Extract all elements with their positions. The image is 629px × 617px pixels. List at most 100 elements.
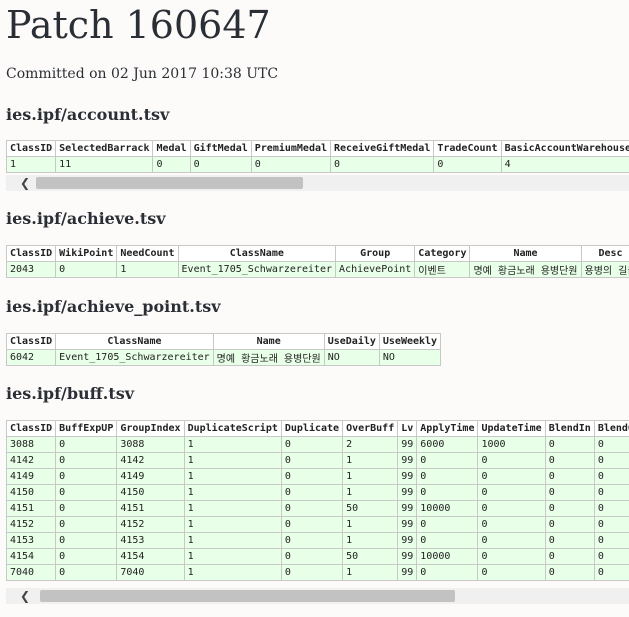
table-row: 4149041491019900001: [6, 468, 629, 485]
table-cell: 0: [433, 156, 502, 173]
chevron-left-icon[interactable]: ❮: [20, 589, 30, 603]
commit-info: Committed on 02 Jun 2017 10:38 UTC: [6, 66, 279, 82]
column-header: UseDaily: [323, 333, 380, 350]
table-row: 415404154105099100000001: [6, 548, 629, 565]
table-cell: 0: [55, 500, 118, 517]
table-cell: 1: [183, 564, 282, 581]
column-header: BlendOut: [593, 420, 629, 437]
table-cell: 99: [397, 548, 418, 565]
column-header: SelectedBarrack: [55, 140, 154, 157]
column-header: Duplicate: [280, 420, 344, 437]
table-cell: 4153: [116, 532, 185, 549]
table-cell: 1: [183, 452, 282, 469]
column-header: GiftMedal: [189, 140, 252, 157]
table-wrapper-achieve: ClassID WikiPoint NeedCount ClassName Group C…: [6, 245, 629, 278]
column-header: PremiumMedal: [250, 140, 332, 157]
table-cell: 1: [183, 548, 282, 565]
column-header: GroupIndex: [116, 420, 185, 437]
table-cell: 3088: [6, 436, 57, 453]
table-cell: 4149: [116, 468, 185, 485]
table-cell: 0: [280, 484, 344, 501]
table-cell: 2: [342, 436, 399, 453]
column-header: WikiPoint: [55, 245, 118, 262]
table-cell: 0: [544, 452, 595, 469]
table-row: 2043 0 1 Event_1705_Schwarzereiter AchievePo…: [6, 261, 629, 278]
column-header: NeedCount: [116, 245, 179, 262]
table-cell: 3088: [116, 436, 185, 453]
table-cell: 0: [280, 516, 344, 533]
table-cell: 1: [6, 156, 57, 173]
page-title: Patch 160647: [6, 3, 271, 47]
horizontal-scrollbar-buff[interactable]: ❮: [6, 588, 629, 604]
table-buff: ClassID BuffExpUP GroupIndex DuplicateScrip…: [6, 420, 629, 581]
table-header-row: ClassID ClassName Name UseDaily UseWeekly: [6, 333, 442, 350]
table-wrapper-achieve-point: ClassID ClassName Name UseDaily UseWeekly 604…: [6, 333, 629, 366]
table-cell: 4150: [6, 484, 57, 501]
table-cell: 4142: [116, 452, 185, 469]
table-cell: 1000: [477, 436, 546, 453]
table-cell: 4154: [116, 548, 185, 565]
table-cell: 4: [500, 156, 629, 173]
table-cell: 용병의 길을: [580, 261, 629, 278]
table-cell: 0: [189, 156, 252, 173]
table-cell: 99: [397, 468, 418, 485]
table-cell: NO: [378, 349, 442, 366]
column-header: Medal: [152, 140, 191, 157]
column-header: OverBuff: [342, 420, 399, 437]
scrollbar-thumb[interactable]: [36, 177, 303, 189]
table-cell: 1: [342, 516, 399, 533]
table-cell: 0: [544, 532, 595, 549]
column-header: ClassID: [6, 333, 57, 350]
column-header: TradeCount: [433, 140, 502, 157]
scrollbar-thumb[interactable]: [40, 590, 455, 602]
table-cell: 0: [593, 548, 629, 565]
horizontal-scrollbar-account[interactable]: ❮: [6, 175, 629, 191]
table-cell: 0: [152, 156, 191, 173]
table-cell: 0: [477, 564, 546, 581]
table-cell: 명예 황금노래 용병단원: [469, 261, 582, 278]
column-header: Name: [469, 245, 582, 262]
table-cell: 1: [183, 500, 282, 517]
table-cell: 0: [593, 532, 629, 549]
column-header: ClassName: [177, 245, 337, 262]
table-cell: 0: [280, 564, 344, 581]
table-achieve: ClassID WikiPoint NeedCount ClassName Group C…: [6, 245, 629, 278]
table-cell: 6000: [416, 436, 479, 453]
table-cell: 0: [544, 516, 595, 533]
column-header: ClassID: [6, 420, 57, 437]
table-cell: 1: [342, 484, 399, 501]
table-cell: Event_1705_Schwarzereiter: [55, 349, 214, 366]
table-cell: 0: [477, 484, 546, 501]
table-row: 3088030881029960001000001: [6, 436, 629, 453]
table-header-row: ClassID SelectedBarrack Medal GiftMedal Prem…: [6, 140, 629, 157]
table-cell: 0: [416, 516, 479, 533]
table-cell: 명예 황금노래 용병단원: [212, 349, 325, 366]
table-cell: 0: [593, 564, 629, 581]
table-cell: 0: [593, 484, 629, 501]
table-cell: 0: [55, 564, 118, 581]
table-cell: 0: [280, 452, 344, 469]
table-cell: 1: [183, 436, 282, 453]
table-cell: 6042: [6, 349, 57, 366]
table-cell: NO: [323, 349, 380, 366]
table-cell: 1: [342, 452, 399, 469]
table-cell: 0: [544, 484, 595, 501]
table-cell: 0: [544, 500, 595, 517]
table-cell: 7040: [6, 564, 57, 581]
chevron-left-icon[interactable]: ❮: [20, 176, 30, 190]
table-cell: 4153: [6, 532, 57, 549]
table-cell: 이벤트: [414, 261, 471, 278]
table-cell: 4154: [6, 548, 57, 565]
table-cell: 50: [342, 548, 399, 565]
table-row: 4152041521019900001: [6, 516, 629, 533]
table-cell: 4152: [6, 516, 57, 533]
column-header: Name: [212, 333, 325, 350]
column-header: ApplyTime: [416, 420, 479, 437]
column-header: BuffExpUP: [55, 420, 118, 437]
table-cell: 99: [397, 564, 418, 581]
column-header: UpdateTime: [477, 420, 546, 437]
column-header: Category: [414, 245, 471, 262]
table-cell: 0: [477, 468, 546, 485]
table-cell: 0: [477, 548, 546, 565]
table-cell: 99: [397, 436, 418, 453]
